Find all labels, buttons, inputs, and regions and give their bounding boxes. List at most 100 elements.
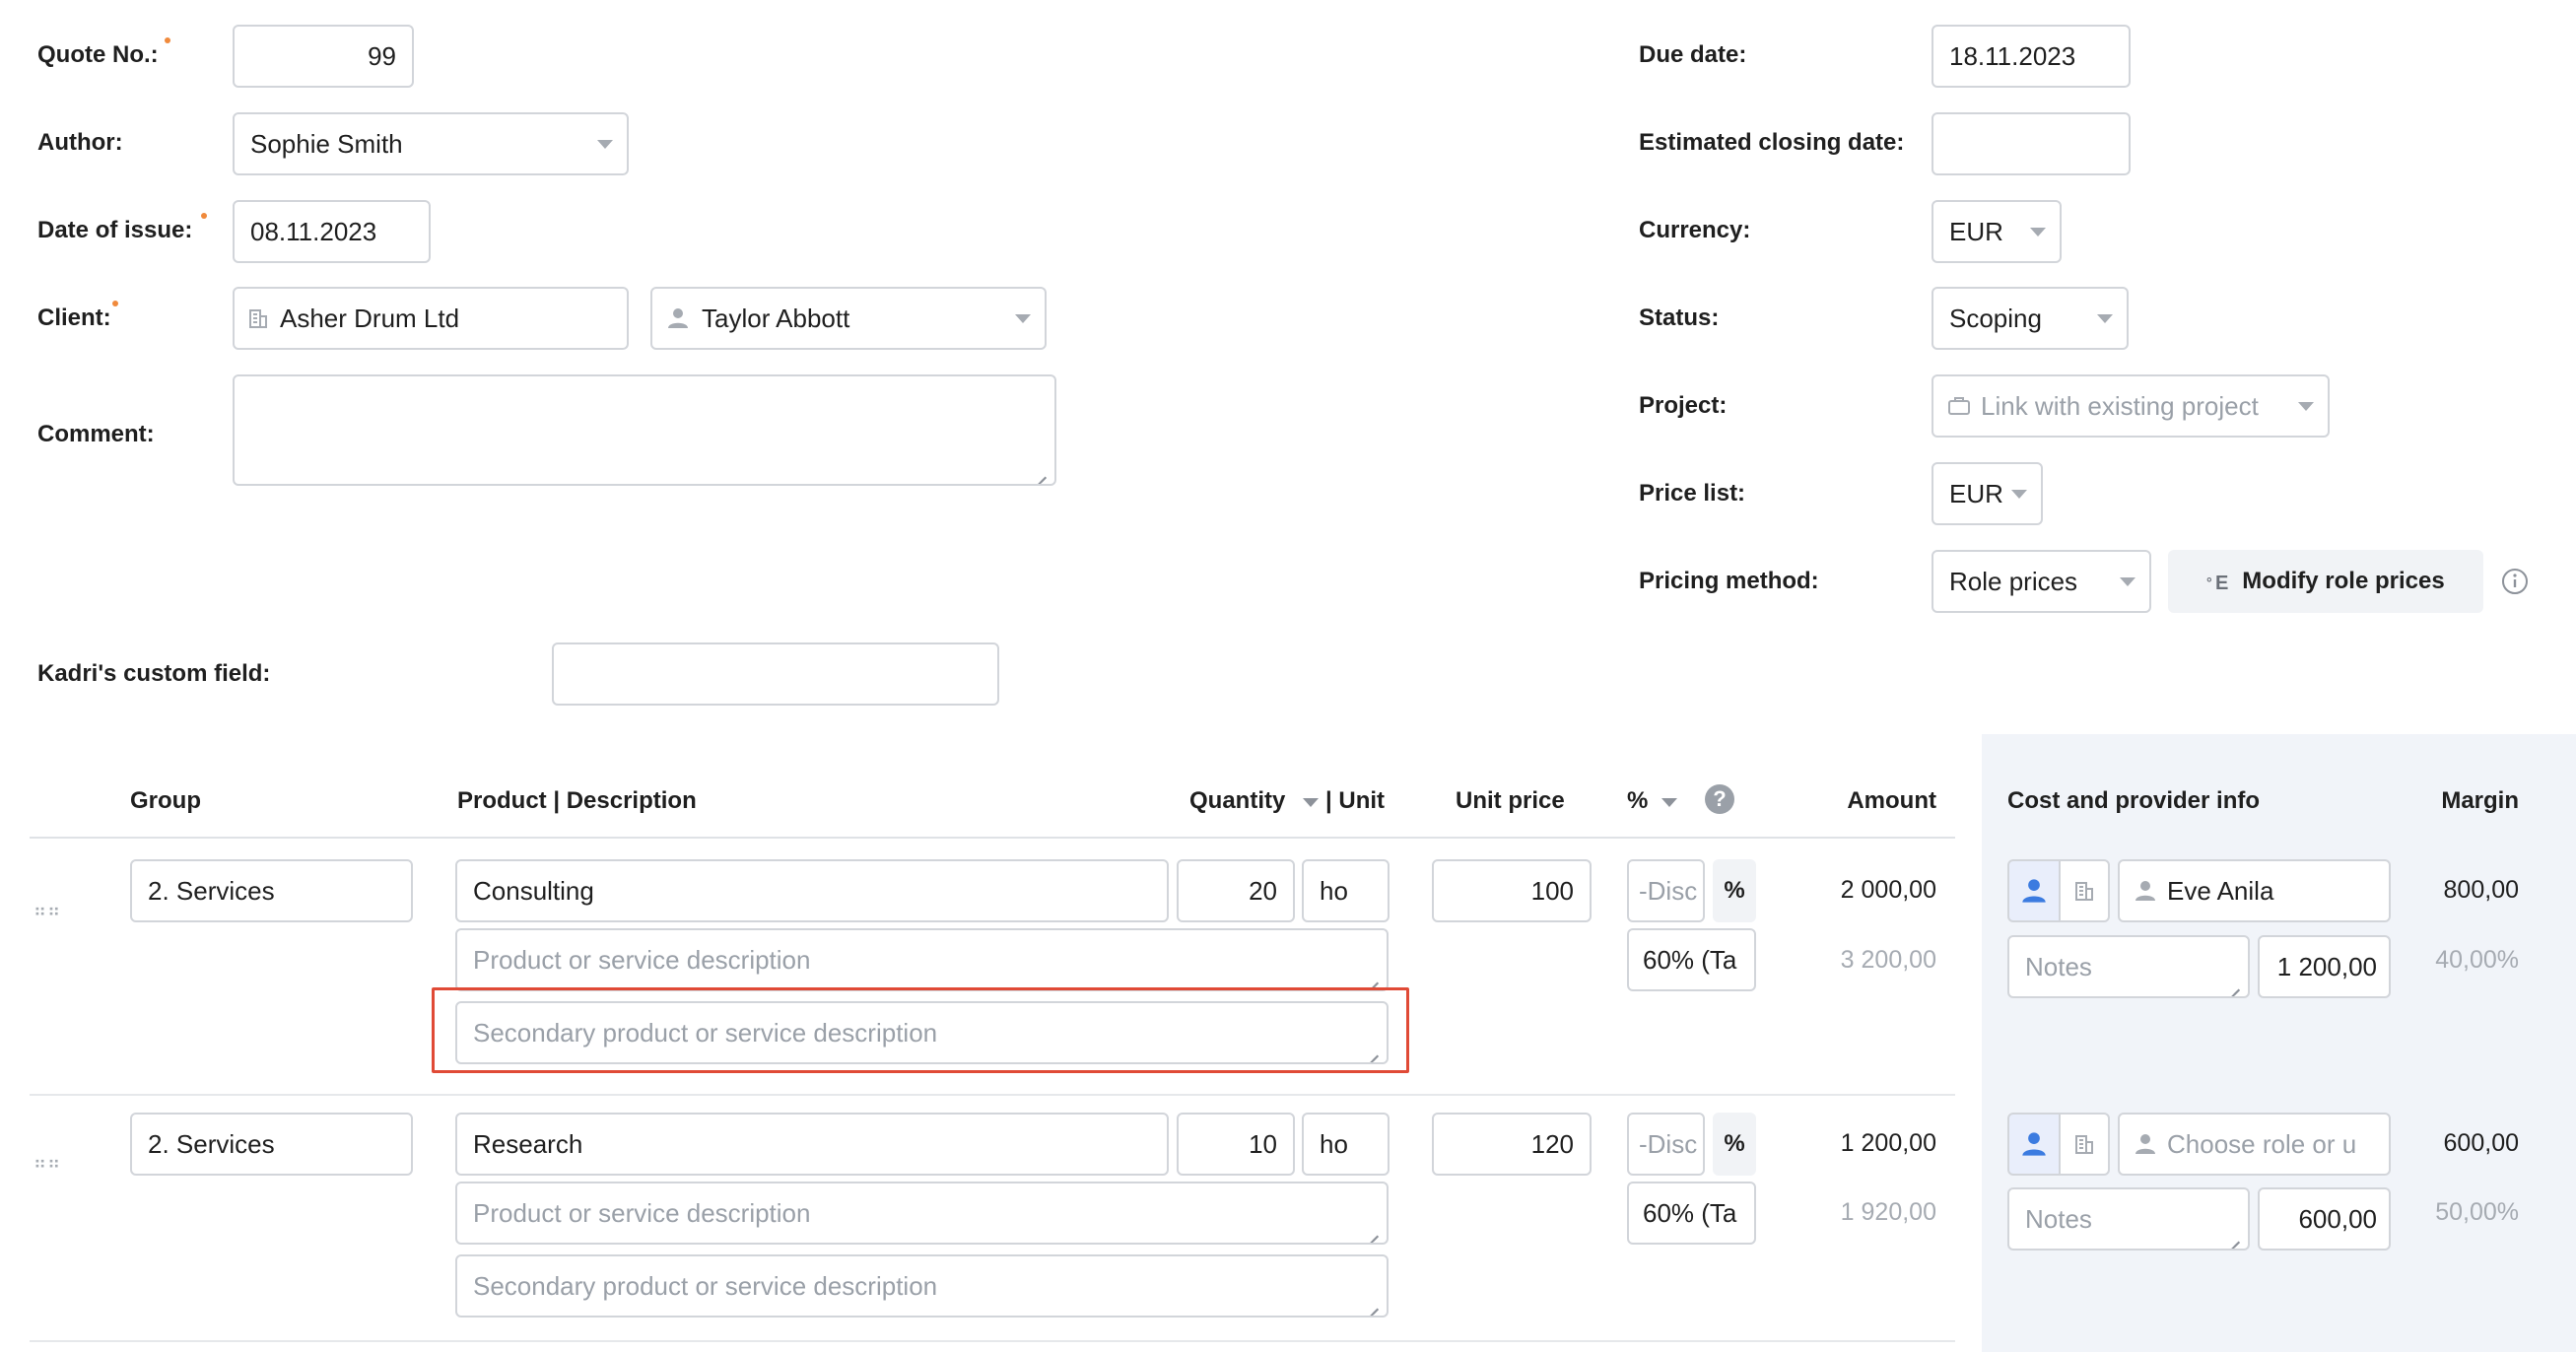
notes-textarea[interactable]: Notes xyxy=(2007,935,2250,998)
group-field[interactable]: 2. Services xyxy=(130,859,413,922)
description-textarea[interactable]: Product or service description xyxy=(455,1182,1389,1245)
column-header-cost-info: Cost and provider info xyxy=(2007,787,2261,814)
unit-field[interactable]: ho xyxy=(1302,859,1390,922)
notes-placeholder: Notes xyxy=(2025,1204,2092,1234)
drag-handle-icon[interactable]: ⠶⠶ xyxy=(34,1153,61,1174)
tax-select[interactable]: 60% (Ta xyxy=(1627,928,1756,991)
cost-field[interactable]: 600,00 xyxy=(2258,1187,2391,1251)
help-icon[interactable]: ? xyxy=(1705,784,1734,814)
role-person-toggle[interactable] xyxy=(2007,859,2061,922)
amount-with-tax-value: 1 920,00 xyxy=(1840,1198,1936,1226)
row-divider xyxy=(30,1340,1955,1342)
chevron-down-icon xyxy=(597,140,613,149)
due-date-field[interactable]: 18.11.2023 xyxy=(1932,25,2131,88)
person-icon xyxy=(668,308,688,328)
notes-textarea[interactable]: Notes xyxy=(2007,1187,2250,1251)
role-company-toggle[interactable] xyxy=(2059,1113,2110,1176)
provider-select[interactable]: Eve Anila xyxy=(2118,859,2391,922)
product-field[interactable]: Research xyxy=(455,1113,1169,1176)
resize-handle-icon[interactable] xyxy=(1367,972,1379,983)
amount-with-tax-value: 3 200,00 xyxy=(1840,946,1936,974)
currency-label: Currency: xyxy=(1639,217,1751,243)
margin-value: 600,00 xyxy=(2443,1129,2519,1157)
column-header-unit: | Unit xyxy=(1325,787,1386,814)
resize-handle-icon[interactable] xyxy=(1367,1298,1379,1310)
chevron-down-icon xyxy=(1015,314,1031,323)
chevron-down-icon xyxy=(2030,228,2046,237)
chevron-down-icon xyxy=(2298,402,2314,411)
date-of-issue-field[interactable]: 08.11.2023 xyxy=(233,200,431,263)
product-field[interactable]: Consulting xyxy=(455,859,1169,922)
comment-textarea[interactable] xyxy=(233,374,1056,486)
comment-label: Comment: xyxy=(37,421,155,447)
resize-handle-icon[interactable] xyxy=(1367,1225,1379,1237)
currency-select[interactable]: EUR xyxy=(1932,200,2062,263)
chevron-down-icon xyxy=(2011,490,2027,499)
closing-date-label: Estimated closing date: xyxy=(1639,129,1905,156)
resize-handle-icon[interactable] xyxy=(1367,1045,1379,1056)
discount-percent-toggle[interactable]: % xyxy=(1713,1113,1756,1176)
price-list-select[interactable]: EUR xyxy=(1932,462,2043,525)
description-textarea[interactable]: Product or service description xyxy=(455,928,1389,991)
header-divider xyxy=(30,837,1955,839)
author-select[interactable]: Sophie Smith xyxy=(233,112,629,175)
required-indicator xyxy=(201,213,207,219)
column-header-amount: Amount xyxy=(1847,787,1936,814)
discount-field[interactable]: -Disc xyxy=(1627,1113,1705,1176)
person-icon xyxy=(2135,881,2155,901)
building-icon xyxy=(249,309,267,328)
secondary-description-textarea[interactable]: Secondary product or service description xyxy=(455,1254,1389,1318)
group-field[interactable]: 2. Services xyxy=(130,1113,413,1176)
resize-handle-icon[interactable] xyxy=(2228,1231,2240,1243)
author-label: Author: xyxy=(37,129,123,156)
column-header-unit-price: Unit price xyxy=(1456,787,1565,814)
provider-select[interactable]: Choose role or u xyxy=(2118,1113,2391,1176)
price-list-label: Price list: xyxy=(1639,480,1746,507)
project-label: Project: xyxy=(1639,392,1728,419)
secondary-description-textarea[interactable]: Secondary product or service description xyxy=(455,1001,1389,1064)
date-of-issue-label: Date of issue: xyxy=(37,217,193,243)
person-icon xyxy=(2022,879,2046,903)
unit-price-field[interactable]: 100 xyxy=(1432,859,1592,922)
pricing-method-label: Pricing method: xyxy=(1639,568,1819,594)
margin-percent-value: 50,00% xyxy=(2435,1198,2519,1226)
quantity-field[interactable]: 20 xyxy=(1177,859,1295,922)
unit-field[interactable]: ho xyxy=(1302,1113,1390,1176)
margin-percent-value: 40,00% xyxy=(2435,946,2519,974)
drag-handle-icon[interactable]: ⠶⠶ xyxy=(34,901,61,921)
client-contact-select[interactable]: Taylor Abbott xyxy=(650,287,1047,350)
discount-percent-toggle[interactable]: % xyxy=(1713,859,1756,922)
column-header-product: Product | Description xyxy=(457,787,697,814)
column-header-quantity: Quantity xyxy=(1189,787,1286,814)
secondary-description-placeholder: Secondary product or service description xyxy=(473,1018,938,1048)
amount-value: 2 000,00 xyxy=(1840,876,1936,904)
client-company-field[interactable]: Asher Drum Ltd xyxy=(233,287,629,350)
chevron-down-icon xyxy=(2120,577,2135,586)
resize-handle-icon[interactable] xyxy=(2228,979,2240,990)
secondary-description-placeholder: Secondary product or service description xyxy=(473,1271,938,1301)
role-person-toggle[interactable] xyxy=(2007,1113,2061,1176)
project-select[interactable]: Link with existing project xyxy=(1932,374,2330,438)
tax-select[interactable]: 60% (Ta xyxy=(1627,1182,1756,1245)
quantity-sort-chevron-icon[interactable] xyxy=(1303,798,1319,807)
role-company-toggle[interactable] xyxy=(2059,859,2110,922)
person-icon xyxy=(2135,1134,2155,1154)
notes-placeholder: Notes xyxy=(2025,952,2092,981)
resize-handle-icon[interactable] xyxy=(1035,466,1047,478)
svg-text:°: ° xyxy=(2206,575,2212,590)
svg-text:E: E xyxy=(2215,573,2228,592)
closing-date-field[interactable] xyxy=(1932,112,2131,175)
quantity-field[interactable]: 10 xyxy=(1177,1113,1295,1176)
unit-price-field[interactable]: 120 xyxy=(1432,1113,1592,1176)
custom-field-input[interactable] xyxy=(552,642,999,706)
percent-toggle-chevron-icon[interactable] xyxy=(1661,798,1677,807)
modify-role-prices-button[interactable]: ° E Modify role prices xyxy=(2168,550,2483,613)
status-select[interactable]: Scoping xyxy=(1932,287,2129,350)
cost-field[interactable]: 1 200,00 xyxy=(2258,935,2391,998)
provider-placeholder: Choose role or u xyxy=(2167,1129,2357,1159)
pricing-method-select[interactable]: Role prices xyxy=(1932,550,2151,613)
info-icon[interactable] xyxy=(2501,568,2529,595)
discount-field[interactable]: -Disc xyxy=(1627,859,1705,922)
custom-field-label: Kadri's custom field: xyxy=(37,660,271,687)
quote-no-field[interactable]: 99 xyxy=(233,25,414,88)
